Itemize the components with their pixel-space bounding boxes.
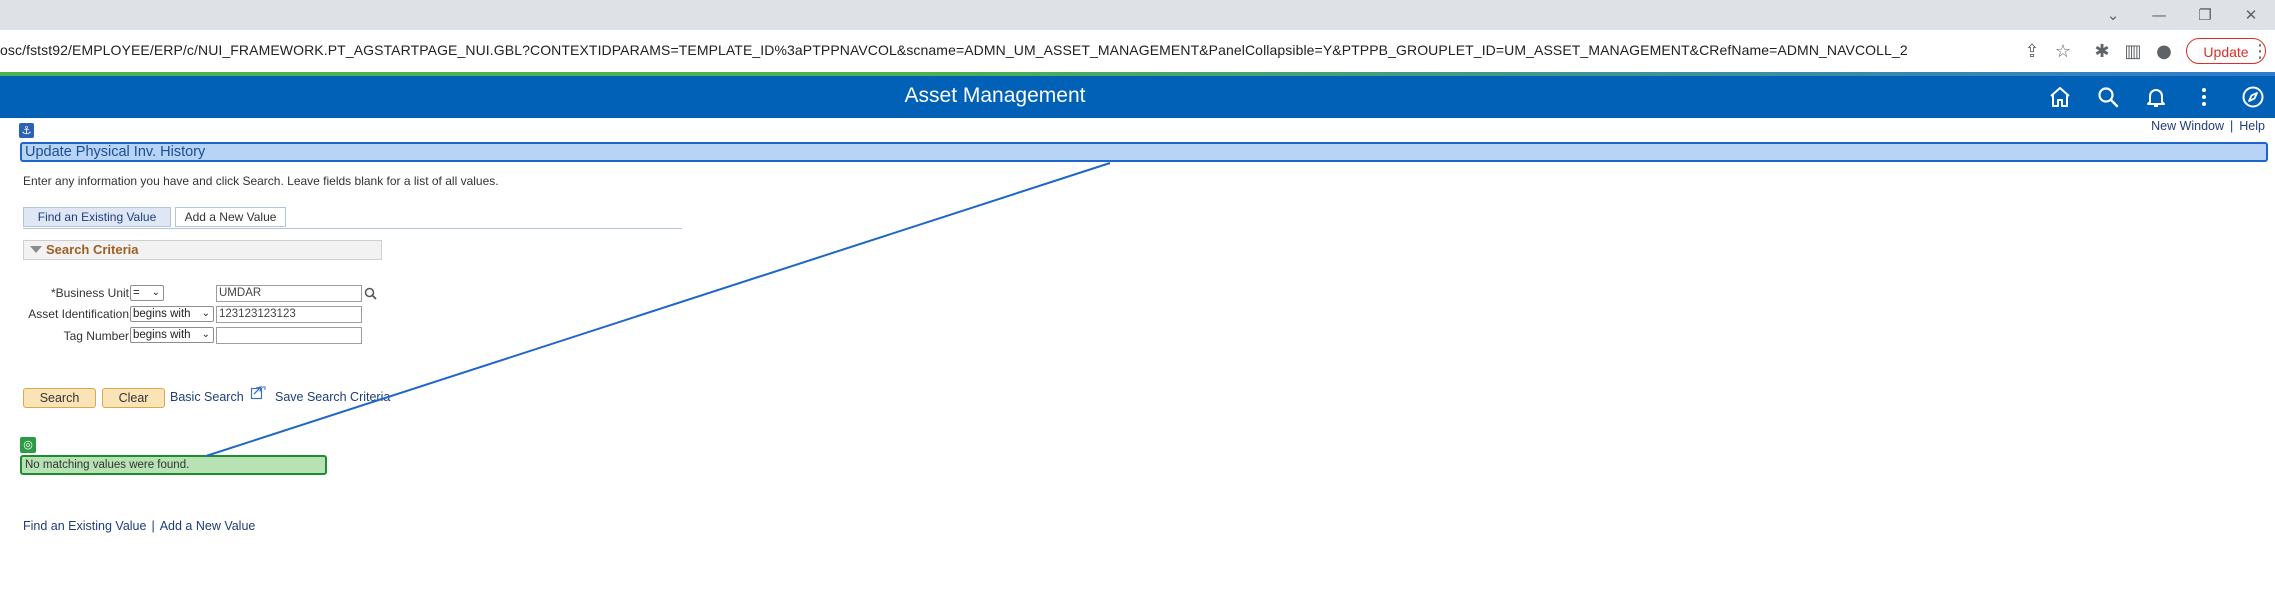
tag-number-operator-value: begins with — [133, 329, 191, 341]
save-search-icon[interactable] — [250, 385, 266, 401]
asset-identification-label: Asset Identification — [28, 307, 129, 321]
header-links: New Window | Help — [2151, 119, 2265, 133]
bell-icon[interactable] — [2139, 81, 2173, 113]
success-icon: ◎ — [20, 437, 36, 453]
anchor-icon: ⚓ — [19, 123, 34, 138]
window-titlebar: ⌄ — ❐ ✕ — [0, 0, 2275, 30]
footer-add-new-link[interactable]: Add a New Value — [160, 519, 256, 533]
chevron-down-icon: ⌄ — [151, 287, 160, 298]
lookup-magnifier-icon[interactable] — [364, 287, 378, 301]
asset-identification-operator-select[interactable]: begins with ⌄ — [130, 306, 214, 322]
share-icon[interactable]: ⇪ — [2018, 40, 2046, 64]
app-banner: Asset Management — [0, 76, 2275, 118]
more-vert-icon[interactable] — [2187, 81, 2221, 113]
tab-add-new-value-label: Add a New Value — [184, 210, 277, 224]
link-separator: | — [2230, 119, 2234, 133]
page-title: Update Physical Inv. History — [25, 144, 206, 160]
close-icon[interactable]: ✕ — [2228, 0, 2274, 30]
search-criteria-header[interactable]: Search Criteria — [23, 240, 382, 260]
business-unit-operator-select[interactable]: = ⌄ — [130, 285, 164, 301]
search-icon[interactable] — [2091, 81, 2125, 113]
chevron-down-icon[interactable]: ⌄ — [2090, 0, 2136, 30]
navbar-compass-icon[interactable] — [2236, 81, 2270, 113]
profile-icon[interactable]: ● — [2150, 40, 2178, 64]
basic-search-link[interactable]: Basic Search — [170, 390, 244, 404]
chevron-down-icon: ⌄ — [201, 308, 210, 319]
business-unit-label: *Business Unit — [50, 286, 129, 300]
collapse-triangle-icon[interactable] — [30, 246, 42, 253]
message-box: No matching values were found. — [20, 455, 327, 475]
restore-icon[interactable]: ❐ — [2182, 0, 2228, 30]
star-icon[interactable]: ☆ — [2049, 40, 2077, 64]
tag-number-operator-select[interactable]: begins with ⌄ — [130, 327, 214, 343]
no-results-message: No matching values were found. — [25, 459, 190, 471]
footer-find-existing-link[interactable]: Find an Existing Value — [23, 519, 146, 533]
asset-identification-input[interactable]: 123123123123 — [216, 306, 362, 323]
clear-button[interactable]: Clear — [102, 388, 165, 408]
home-icon[interactable] — [2043, 81, 2077, 113]
banner-title: Asset Management — [904, 84, 1086, 107]
chevron-down-icon: ⌄ — [201, 329, 210, 340]
search-button[interactable]: Search — [23, 388, 96, 408]
help-link[interactable]: Help — [2239, 119, 2265, 133]
footer-links: Find an Existing Value | Add a New Value — [23, 519, 255, 533]
page-title-bar: Update Physical Inv. History — [20, 142, 2268, 162]
tab-divider — [23, 228, 682, 229]
new-window-link[interactable]: New Window — [2151, 119, 2224, 133]
tag-number-label: Tag Number — [63, 329, 129, 343]
side-panel-icon[interactable]: ▥ — [2119, 40, 2147, 64]
search-criteria-title: Search Criteria — [46, 242, 139, 257]
business-unit-operator-value: = — [133, 287, 140, 299]
tab-find-existing-value[interactable]: Find an Existing Value — [23, 207, 171, 227]
extensions-icon[interactable]: ✱ — [2088, 40, 2116, 64]
business-unit-input[interactable]: UMDAR — [216, 285, 362, 302]
browser-menu-icon[interactable]: ⋮ — [2246, 40, 2274, 64]
asset-identification-operator-value: begins with — [133, 308, 191, 320]
save-search-criteria-link[interactable]: Save Search Criteria — [275, 390, 390, 404]
tab-add-new-value[interactable]: Add a New Value — [175, 207, 286, 227]
url-text[interactable]: osc/fstst92/EMPLOYEE/ERP/c/NUI_FRAMEWORK… — [0, 42, 1908, 58]
tag-number-input[interactable] — [216, 327, 362, 344]
instructions-text: Enter any information you have and click… — [23, 174, 499, 188]
footer-link-separator: | — [151, 519, 155, 533]
minimize-icon[interactable]: — — [2136, 0, 2182, 30]
